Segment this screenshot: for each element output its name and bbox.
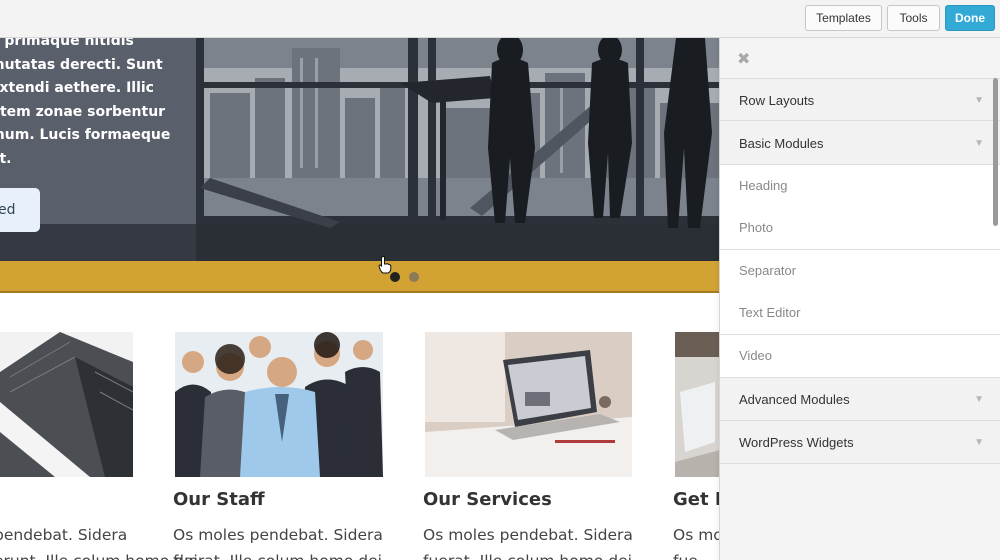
module-label: Separator <box>739 263 797 278</box>
module-text-editor[interactable]: Text Editor <box>720 292 1000 335</box>
close-icon[interactable]: ✖ <box>737 51 750 67</box>
panel-scrollbar[interactable] <box>993 78 998 226</box>
chevron-down-icon: ▼ <box>974 437 984 448</box>
hero-text-line: inum. Lucis formaeque <box>0 127 171 143</box>
card-text-line: Os moles pendebat. Sidera <box>423 526 633 544</box>
panel-section-advanced-modules[interactable]: Advanced Modules ▼ <box>720 378 1000 421</box>
laptop-desk-image <box>425 332 632 477</box>
panel-section-basic-modules[interactable]: Basic Modules ▼ <box>720 122 1000 165</box>
module-label: Photo <box>739 220 773 235</box>
card-text: pendebat. Sidera erunt. Ille colum homo … <box>0 522 198 560</box>
card-text: Os moles pendebat. Sidera fuerat. Ille c… <box>423 522 633 560</box>
skyscraper-image <box>0 332 133 477</box>
card-text-line: fue <box>673 548 723 560</box>
office-image <box>675 332 720 477</box>
card-text: Os mo fue <box>673 522 723 560</box>
hero-text: a primaque nitidis mutatas derecti. Sunt… <box>0 38 180 171</box>
panel-section-label: WordPress Widgets <box>739 435 854 450</box>
card-title: Our Staff <box>173 489 265 510</box>
chevron-down-icon: ▼ <box>974 95 984 106</box>
panel-section-label: Basic Modules <box>739 136 824 151</box>
hero-text-line: ntem zonae sorbentur <box>0 103 166 120</box>
slider-band <box>0 261 720 293</box>
module-label: Text Editor <box>739 305 801 320</box>
panel-section-row-layouts[interactable]: Row Layouts ▼ <box>720 78 1000 121</box>
card-title: Our Services <box>423 489 552 510</box>
module-label: Video <box>739 348 773 363</box>
hero-text-line: extendi aethere. Illic <box>0 80 154 96</box>
team-image <box>175 332 383 477</box>
panel-section-label: Row Layouts <box>739 93 815 108</box>
done-button[interactable]: Done <box>945 5 995 31</box>
hero-text-line: at. <box>0 150 12 167</box>
module-photo[interactable]: Photo <box>720 207 1000 250</box>
module-heading[interactable]: Heading <box>720 165 1000 208</box>
slider-dot[interactable] <box>409 272 419 282</box>
module-panel: ✖ Row Layouts ▼ Basic Modules ▼ Heading … <box>719 38 1000 560</box>
hero-text-line: mutatas derecti. Sunt <box>0 56 163 73</box>
card-text-line: Os moles pendebat. Sidera <box>173 526 383 544</box>
hero-cta-button[interactable]: ed <box>0 188 40 232</box>
panel-section-wordpress-widgets[interactable]: WordPress Widgets ▼ <box>720 421 1000 464</box>
hero-slider: a primaque nitidis mutatas derecti. Sunt… <box>0 38 720 261</box>
module-label: Heading <box>739 178 788 193</box>
card-text: Os moles pendebat. Sidera fuerat. Ille c… <box>173 522 383 560</box>
panel-section-label: Advanced Modules <box>739 392 850 407</box>
module-separator[interactable]: Separator <box>720 250 1000 293</box>
card-text-line: fuerat. Ille colum homo dei <box>423 548 633 560</box>
chevron-down-icon: ▼ <box>974 394 984 405</box>
templates-button[interactable]: Templates <box>805 5 882 31</box>
tools-button[interactable]: Tools <box>887 5 940 31</box>
hero-text-line: a primaque nitidis <box>0 38 134 49</box>
hand-cursor-icon <box>378 256 392 274</box>
module-video[interactable]: Video <box>720 335 1000 378</box>
chevron-down-icon: ▼ <box>974 138 984 149</box>
card-text-line: erunt. Ille colum homo dei <box>0 548 198 560</box>
builder-toolbar: Templates Tools Done <box>0 0 1000 38</box>
card-text-line: pendebat. Sidera <box>0 526 128 544</box>
card-text-line: fuerat. Ille colum homo dei <box>173 548 383 560</box>
card-text-line: Os mo <box>673 526 723 544</box>
